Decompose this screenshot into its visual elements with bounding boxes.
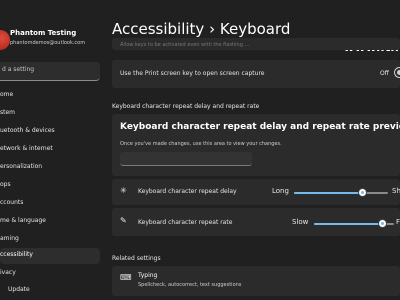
page-title: Keyboard: [219, 20, 291, 38]
search-placeholder: d a setting: [2, 66, 35, 73]
search-input[interactable]: d a setting: [0, 62, 100, 81]
sidebar-item-accounts[interactable]: ccounts: [0, 196, 100, 212]
repeat-delay-label: Keyboard character repeat delay: [138, 188, 237, 195]
print-screen-state: Off: [380, 70, 389, 77]
user-name: Phantom Testing: [10, 29, 77, 37]
faded-setting-text: Allow keys to be activated even with the…: [120, 42, 250, 48]
sidebar-item-label: Update: [8, 286, 30, 293]
repeat-delay-slider[interactable]: [294, 188, 388, 197]
repeat-rate-high-label: F: [396, 218, 400, 226]
print-screen-label: Use the Print screen key to open screen …: [120, 70, 265, 77]
sidebar-item-label: aming: [0, 235, 19, 242]
repeat-delay-slider-fill: [294, 192, 362, 194]
sidebar-item-label: ome: [0, 91, 14, 98]
typing-subtitle: Spellcheck, autocorrect, text suggestion…: [138, 282, 242, 288]
breadcrumb: Accessibility › Keyboard: [112, 20, 290, 38]
repeat-rate-slider-thumb[interactable]: [378, 219, 387, 228]
repeat-section-title: Keyboard character repeat delay and repe…: [112, 103, 260, 110]
user-email: phantomdemos@outlook.com: [10, 40, 86, 46]
print-screen-toggle[interactable]: [394, 67, 400, 78]
keyboard-icon: ⌨: [120, 273, 132, 282]
repeat-delay-high-label: Sh: [392, 187, 400, 195]
sidebar-item-label: stem: [0, 109, 16, 116]
sidebar-item-time-language[interactable]: me & language: [0, 214, 100, 230]
sidebar-item-system[interactable]: stem: [0, 106, 100, 122]
sidebar-item-label: ivacy: [0, 269, 16, 276]
repeat-rate-low-label: Slow: [292, 218, 309, 226]
typing-title: Typing: [138, 272, 158, 279]
main-content: Accessibility › Keyboard www.ithon Allow…: [104, 0, 400, 300]
sidebar-item-network[interactable]: etwork & internet: [0, 142, 100, 158]
sidebar-item-label: uetooth & devices: [0, 127, 55, 134]
preview-subtitle: Once you've made changes, use this area …: [120, 141, 282, 147]
repeat-delay-icon: ✳: [120, 186, 127, 195]
sidebar-item-label: ersonalization: [0, 163, 43, 170]
sidebar: Phantom Testing phantomdemos@outlook.com…: [0, 0, 104, 300]
sidebar-item-label: ccessibility: [0, 251, 33, 258]
repeat-rate-slider-fill: [314, 223, 382, 225]
preview-title: Keyboard character repeat delay and repe…: [120, 122, 400, 132]
sidebar-item-personalization[interactable]: ersonalization: [0, 160, 100, 176]
repeat-rate-icon: ✎: [120, 216, 127, 225]
sidebar-item-windows-update[interactable]: Update: [0, 283, 100, 299]
sidebar-item-privacy[interactable]: ivacy: [0, 266, 100, 282]
sidebar-item-apps[interactable]: ops: [0, 178, 100, 194]
sidebar-item-bluetooth[interactable]: uetooth & devices: [0, 124, 100, 140]
sidebar-item-label: etwork & internet: [0, 145, 53, 152]
typing-card[interactable]: [112, 266, 400, 296]
repeat-delay-slider-thumb[interactable]: [358, 188, 367, 197]
repeat-rate-slider[interactable]: [314, 219, 394, 228]
breadcrumb-section[interactable]: Accessibility: [112, 20, 204, 38]
sidebar-item-label: ccounts: [0, 199, 24, 206]
sidebar-item-label: me & language: [0, 217, 46, 224]
repeat-rate-label: Keyboard character repeat rate: [138, 219, 233, 226]
preview-input[interactable]: [120, 152, 252, 166]
sidebar-item-accessibility[interactable]: ccessibility: [0, 248, 100, 264]
sidebar-item-home[interactable]: ome: [0, 88, 100, 104]
breadcrumb-separator: ›: [209, 20, 216, 38]
related-settings-title: Related settings: [112, 255, 161, 262]
repeat-delay-low-label: Long: [272, 187, 289, 195]
avatar: [0, 30, 10, 50]
sidebar-item-label: ops: [0, 181, 11, 188]
sidebar-item-gaming[interactable]: aming: [0, 232, 100, 248]
